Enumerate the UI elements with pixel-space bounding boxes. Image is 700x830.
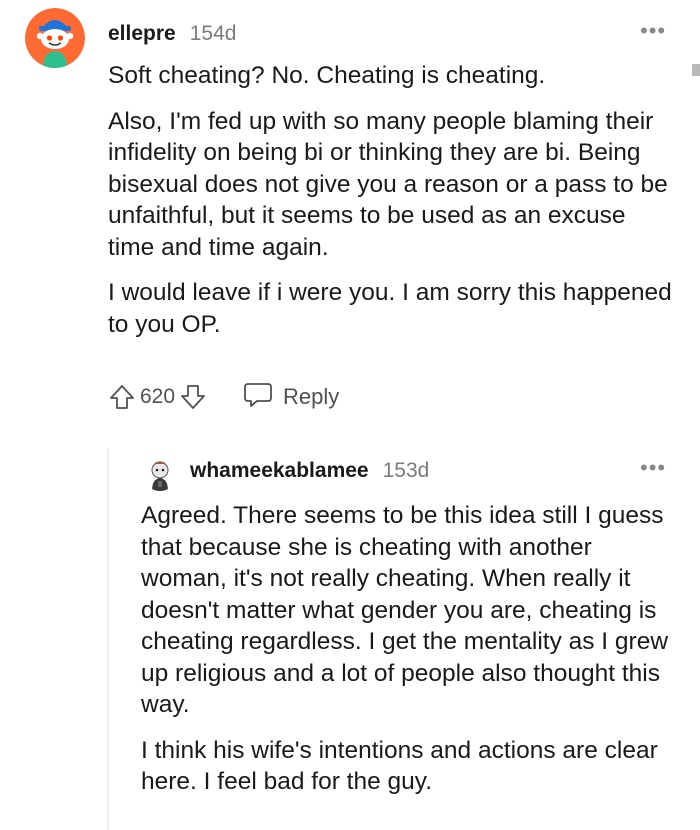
comment-paragraph: I think his wife's intentions and action…: [141, 736, 658, 796]
comment-actions: 620 Reply: [108, 380, 339, 414]
comment-body: Soft cheating? No. Cheating is cheating.…: [108, 60, 678, 354]
comment-meta: ellepre 154d: [108, 22, 236, 46]
snoo-avatar-icon[interactable]: [25, 8, 85, 68]
upvote-icon[interactable]: [108, 383, 136, 411]
comment-body: Agreed. There seems to be this idea stil…: [141, 500, 681, 812]
comment: ellepre 154d ••• Soft cheating? No. Chea…: [0, 0, 700, 430]
comment-paragraph: Also, I'm fed up with so many people bla…: [108, 107, 668, 261]
downvote-icon[interactable]: [179, 383, 207, 411]
comment-age: 153d: [382, 459, 430, 482]
reply-button[interactable]: Reply: [243, 381, 339, 414]
snoo-avatar-icon[interactable]: [143, 457, 177, 491]
comment-meta: whameekablamee 153d: [190, 459, 429, 483]
vote-score: 620: [140, 385, 176, 408]
reply-comment: whameekablamee 153d ••• Agreed. There se…: [108, 445, 700, 830]
reply-label: Reply: [283, 384, 340, 409]
username-link[interactable]: whameekablamee: [190, 459, 369, 483]
comment-bubble-icon: [243, 381, 273, 414]
more-options-icon[interactable]: •••: [640, 457, 666, 479]
comment-paragraph: Agreed. There seems to be this idea stil…: [141, 502, 669, 718]
username-link[interactable]: ellepre: [108, 22, 176, 46]
comment-age: 154d: [189, 22, 237, 45]
comment-paragraph: I would leave if i were you. I am sorry …: [108, 279, 672, 338]
more-options-icon[interactable]: •••: [640, 20, 666, 42]
comment-paragraph: Soft cheating? No. Cheating is cheating.: [108, 62, 546, 89]
